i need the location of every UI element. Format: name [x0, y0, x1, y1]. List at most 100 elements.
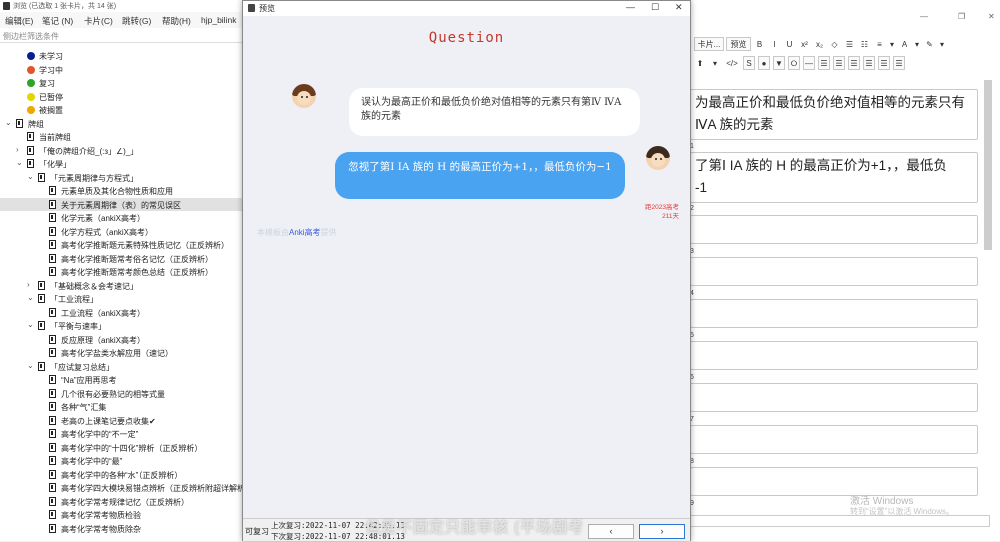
tags-field[interactable]	[690, 515, 990, 527]
sidebar-filter-input[interactable]: 侧边栏筛选条件	[0, 29, 242, 43]
deck-tree-item[interactable]: 高考化学推断题常考俗名记忆（正反辨析）	[0, 252, 242, 266]
editor-toolbar-button[interactable]: ☰	[893, 56, 905, 70]
deck-tree-item[interactable]: 高考化学推断题常考颜色总结（正反辨析）	[0, 265, 242, 279]
note-field-input[interactable]	[690, 215, 978, 244]
editor-toolbar-button[interactable]: ☰	[848, 56, 860, 70]
deck-tree-item[interactable]: 反应原理（ankiX高考）	[0, 333, 242, 347]
deck-tree-item[interactable]: 高考化学中的“不一定”	[0, 427, 242, 441]
editor-toolbar-button[interactable]: U	[783, 37, 796, 51]
deck-tree-item[interactable]: 高考化学中的“最”	[0, 454, 242, 468]
maximize-icon[interactable]: ❐	[958, 12, 965, 21]
chevron-down-icon[interactable]: ⌄	[27, 320, 34, 329]
chevron-down-icon[interactable]: ⌄	[27, 172, 34, 181]
deck-tree-item[interactable]: 高考化学常考物质检验	[0, 508, 242, 522]
close-icon[interactable]: ✕	[988, 12, 995, 21]
deck-tree-item[interactable]: 工业流程（ankiX高考）	[0, 306, 242, 320]
note-field-input[interactable]	[690, 299, 978, 328]
deck-tree-item[interactable]: 高考化学盐类水解应用（速记）	[0, 346, 242, 360]
editor-toolbar-button[interactable]: ≡	[873, 37, 886, 51]
prev-card-button[interactable]: ‹	[588, 524, 634, 539]
status-dot-icon	[27, 52, 35, 60]
menu-help[interactable]: 帮助(H)	[162, 15, 191, 27]
deck-tree-item[interactable]: 高考化学常考物质除杂	[0, 522, 242, 536]
deck-tree-item[interactable]: ⌄ 「工业流程」	[0, 292, 242, 306]
chevron-down-icon[interactable]: ⌄	[5, 118, 12, 127]
menu-edit[interactable]: 编辑(E)	[5, 15, 33, 27]
chevron-down-icon[interactable]: ⌄	[27, 361, 34, 370]
note-field-input[interactable]	[690, 383, 978, 412]
editor-toolbar-button[interactable]: ▼	[773, 56, 785, 70]
deck-tree-item[interactable]: ⌄ 「应试复习总结」	[0, 360, 242, 374]
editor-toolbar-button[interactable]: ◇	[828, 37, 841, 51]
chevron-right-icon[interactable]: ›	[27, 280, 30, 289]
deck-tree-item[interactable]: 化学元素（ankiX高考）	[0, 211, 242, 225]
chevron-down-icon[interactable]: ⌄	[16, 158, 23, 167]
deck-tree-item[interactable]: ⌄ 牌组	[0, 117, 242, 131]
editor-toolbar-button[interactable]: x²	[798, 37, 811, 51]
deck-tree-item[interactable]: 高考化学中的“十四化”辨析（正反辨析）	[0, 441, 242, 455]
note-field-input[interactable]	[690, 425, 978, 454]
next-card-button[interactable]: ›	[639, 524, 685, 539]
deck-tree-item[interactable]: › 「基础概念＆会考速记」	[0, 279, 242, 293]
deck-tree-item[interactable]: 高考化学常考规律记忆（正反辨析）	[0, 495, 242, 509]
editor-toolbar-button[interactable]: ☰	[833, 56, 845, 70]
deck-tree-item[interactable]: › 「俺の牌组介绍_(:з」∠)_」	[0, 144, 242, 158]
chevron-down-icon[interactable]: ⌄	[27, 293, 34, 302]
editor-toolbar-button[interactable]: S	[743, 56, 755, 70]
menu-notes[interactable]: 笔记 (N)	[42, 15, 73, 27]
editor-toolbar-button[interactable]: ▾	[888, 37, 896, 51]
editor-toolbar-button[interactable]: ☰	[863, 56, 875, 70]
deck-tree-item[interactable]: ⌄ 「化學」	[0, 157, 242, 171]
editor-toolbar-button[interactable]: ⭘	[788, 56, 800, 70]
deck-tree-item[interactable]: 当前牌组	[0, 130, 242, 144]
editor-toolbar-button[interactable]: ☷	[858, 37, 871, 51]
deck-tree-item[interactable]: 高考化学中的各种“水”（正反辨析）	[0, 468, 242, 482]
editor-toolbar-button[interactable]: </>	[724, 56, 740, 70]
menu-cards[interactable]: 卡片(C)	[84, 15, 113, 27]
deck-tree-item[interactable]: ⌄ 「元素周期律与方程式」	[0, 171, 242, 185]
editor-toolbar-button[interactable]: A	[898, 37, 911, 51]
editor-toolbar-button[interactable]: ▾	[913, 37, 921, 51]
editor-toolbar-button[interactable]: ☰	[843, 37, 856, 51]
editor-toolbar-button[interactable]: B	[753, 37, 766, 51]
maximize-icon[interactable]: ☐	[651, 2, 659, 13]
note-field-input[interactable]	[690, 467, 978, 496]
sidebar-status-item[interactable]: 未学习	[0, 49, 242, 63]
editor-toolbar-button[interactable]: ▾	[938, 37, 946, 51]
credit-link[interactable]: Anki高考	[289, 228, 321, 237]
deck-tree-item[interactable]: 高考化学四大模块易错点辨析（正反辨析附超详解析	[0, 481, 242, 495]
editor-toolbar-button[interactable]: ☰	[878, 56, 890, 70]
deck-tree-item[interactable]: 化学方程式（ankiX高考）	[0, 225, 242, 239]
note-field-input[interactable]	[690, 257, 978, 286]
chevron-right-icon[interactable]: ›	[16, 145, 19, 154]
editor-toolbar-button[interactable]: ⬆	[694, 56, 706, 70]
sidebar-status-item[interactable]: 学习中	[0, 63, 242, 77]
menu-hjp-bilink[interactable]: hjp_bilink	[201, 15, 236, 25]
sidebar-status-item[interactable]: 被搁置	[0, 103, 242, 117]
deck-tree-item[interactable]: 关于元素周期律（表）的常见误区	[0, 197, 242, 211]
editor-toolbar-button[interactable]: 预览	[726, 37, 751, 51]
editor-toolbar-button[interactable]: x₂	[813, 37, 826, 51]
editor-toolbar-button[interactable]: 卡片...	[694, 37, 724, 51]
deck-tree-item[interactable]: 几个很有必要熟记的相等式量	[0, 387, 242, 401]
menu-go[interactable]: 跳转(G)	[122, 15, 151, 27]
deck-tree-item[interactable]: 老高の上课笔记要点收集✔	[0, 414, 242, 428]
sidebar-status-item[interactable]: 已暂停	[0, 90, 242, 104]
editor-toolbar-button[interactable]: —	[803, 56, 815, 70]
deck-tree-item[interactable]: 高考化学推断题元素特殊性质记忆（正反辨析）	[0, 238, 242, 252]
editor-toolbar-button[interactable]: ▾	[709, 56, 721, 70]
deck-tree-item[interactable]: 元素单质及其化合物性质和应用	[0, 184, 242, 198]
sidebar-status-item[interactable]: 复习	[0, 76, 242, 90]
deck-tree-item[interactable]: “Na”应用再思考	[0, 373, 242, 387]
editor-toolbar-button[interactable]: I	[768, 37, 781, 51]
close-icon[interactable]: ✕	[675, 2, 683, 13]
minimize-icon[interactable]: —	[626, 2, 635, 12]
note-field-input[interactable]	[690, 341, 978, 370]
editor-toolbar-button[interactable]: ●	[758, 56, 770, 70]
deck-tree-item[interactable]: ⌄ 「平衡与速率」	[0, 319, 242, 333]
minimize-icon[interactable]: —	[920, 12, 928, 21]
editor-toolbar-button[interactable]: ☰	[818, 56, 830, 70]
editor-scrollbar[interactable]	[984, 80, 992, 250]
editor-toolbar-button[interactable]: ✎	[923, 37, 936, 51]
deck-tree-item[interactable]: 各种“气”汇集	[0, 400, 242, 414]
